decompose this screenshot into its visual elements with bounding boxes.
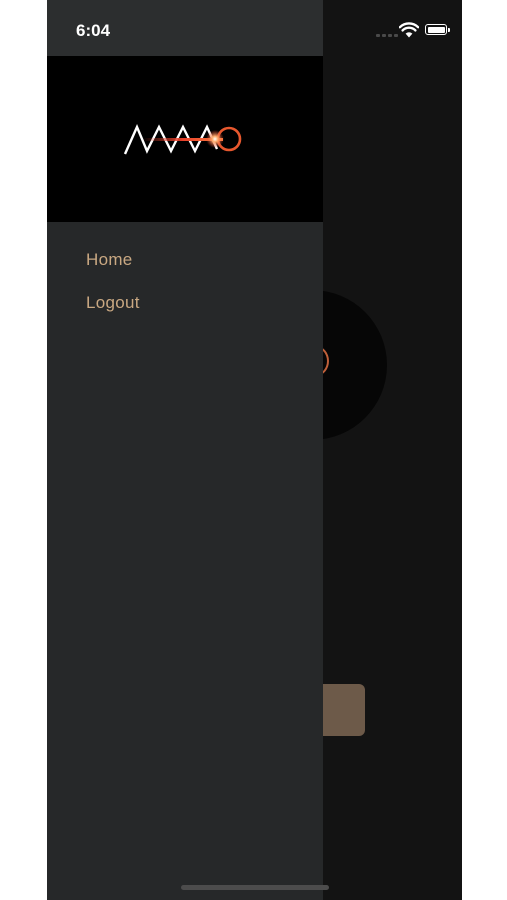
signal-icon (376, 33, 398, 37)
app-screen: Home Logout 6:04 (47, 0, 462, 900)
menu-item-home[interactable]: Home (47, 238, 323, 281)
drawer-menu: Home Logout (47, 238, 323, 324)
status-bar: 6:04 (47, 0, 462, 56)
brand-logo-icon (123, 123, 242, 155)
navigation-drawer: Home Logout (47, 0, 323, 900)
menu-item-logout[interactable]: Logout (47, 281, 323, 324)
status-time: 6:04 (76, 21, 111, 40)
battery-icon (425, 24, 450, 35)
drawer-header (47, 56, 323, 222)
wifi-icon (399, 22, 419, 38)
home-indicator[interactable] (181, 885, 329, 890)
